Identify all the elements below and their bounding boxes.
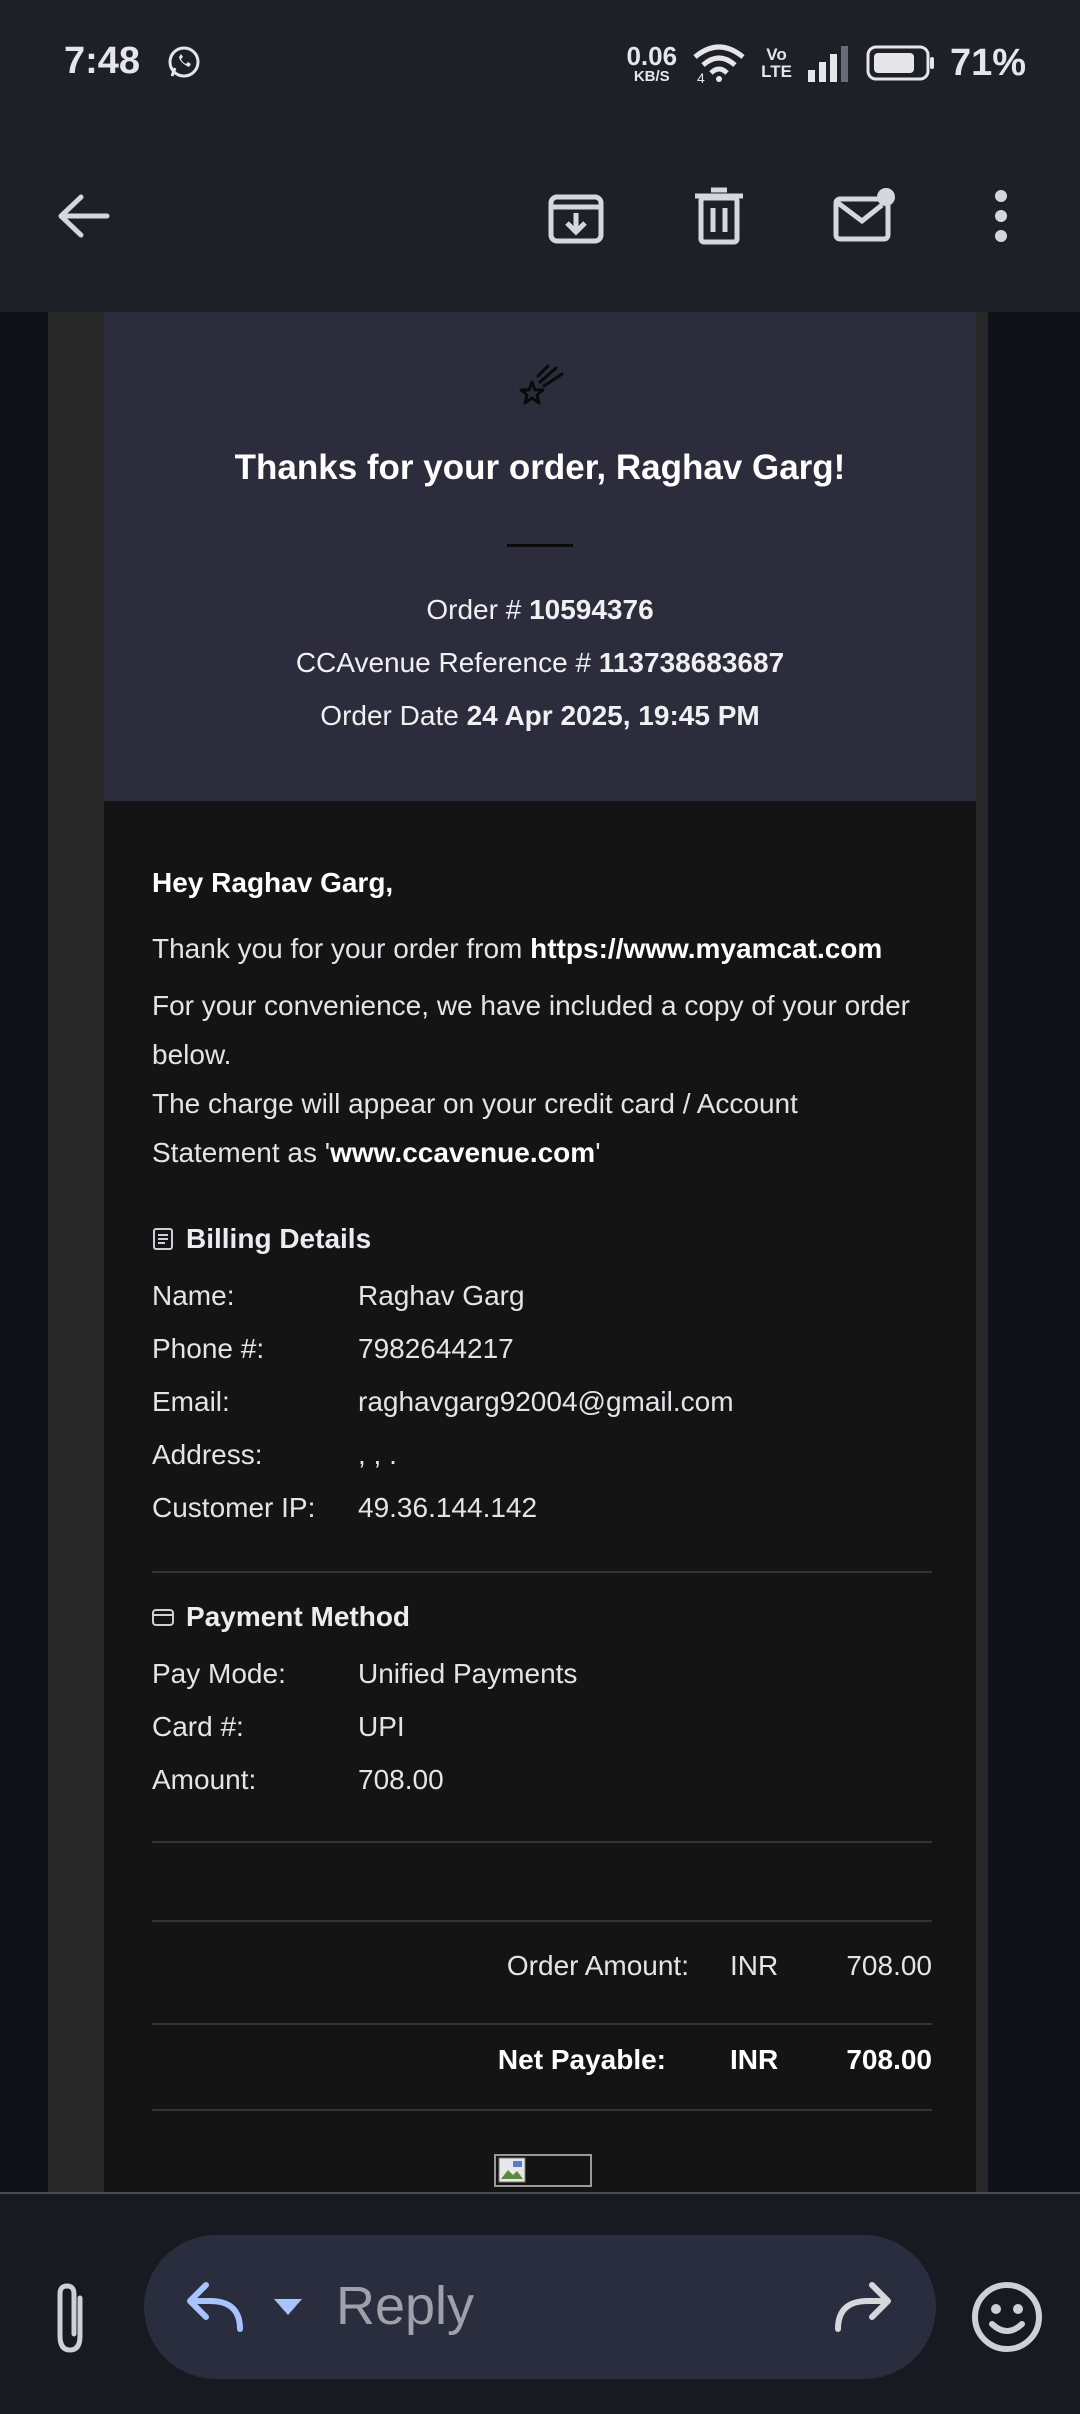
section-divider <box>152 1841 932 1843</box>
greeting: Hey Raghav Garg, <box>152 867 394 898</box>
billing-row-phone: Phone #: 7982644217 <box>152 1333 514 1364</box>
charge-line-2: Statement as 'www.ccavenue.com' <box>152 1137 601 1168</box>
totals-divider <box>152 2023 932 2025</box>
archive-icon[interactable] <box>541 181 611 251</box>
forward-icon[interactable] <box>830 2279 894 2335</box>
billing-row-address: Address:, , . <box>152 1439 397 1470</box>
order-card: Thanks for your order, Raghav Garg! Orde… <box>104 312 976 2192</box>
broken-image-placeholder <box>494 2154 592 2187</box>
reply-icon[interactable] <box>184 2279 248 2335</box>
order-date: 24 Apr 2025, 19:45 PM <box>466 700 760 731</box>
reference-number: 113738683687 <box>598 647 785 678</box>
volte-indicator: Vo LTE <box>761 45 792 81</box>
email-body[interactable]: Thanks for your order, Raghav Garg! Orde… <box>0 312 1080 2192</box>
reply-label: Reply <box>336 2276 475 2336</box>
shooting-star-icon <box>519 364 564 405</box>
reference-line: CCAvenue Reference # 113738683687 <box>295 647 785 678</box>
more-vert-icon[interactable] <box>966 181 1036 251</box>
battery-icon <box>866 45 934 81</box>
payment-row-mode: Pay Mode: Unified Payments <box>152 1658 578 1689</box>
section-divider <box>152 1571 932 1573</box>
billing-row-ip: Customer IP: 49.36.144.142 <box>152 1492 538 1523</box>
billing-row-email: Email: raghavgarg92004@gmail.com <box>152 1386 734 1417</box>
wifi-icon: 4 <box>693 44 745 83</box>
payment-row-card: Card #: UPI <box>152 1711 405 1742</box>
delete-icon[interactable] <box>684 181 754 251</box>
thanks-line: Thank you for your order from https://ww… <box>152 933 883 964</box>
mark-unread-icon[interactable] <box>829 181 899 251</box>
billing-heading: Billing Details <box>152 1223 371 1255</box>
order-number: 10594376 <box>529 594 654 625</box>
status-time: 7:48 <box>64 40 141 82</box>
order-amount-row: Order Amount: INR 708.00 <box>506 1950 932 1981</box>
emoji-icon[interactable] <box>970 2280 1044 2354</box>
network-speed: 0.06 KB/S <box>626 40 678 85</box>
title-divider <box>507 544 573 547</box>
attachment-icon[interactable] <box>40 2278 100 2358</box>
chevron-down-icon[interactable] <box>272 2297 304 2319</box>
order-number-line: Order # 10594376 <box>426 594 654 625</box>
back-arrow-icon[interactable] <box>48 181 118 251</box>
payment-heading: Payment Method <box>152 1601 410 1633</box>
status-bar: 7:48 0.06 KB/S 4 Vo LTE 71% <box>0 0 1080 125</box>
thanks-title: Thanks for your order, Raghav Garg! <box>234 448 846 487</box>
whatsapp-icon <box>168 46 200 78</box>
billing-row-name: Name: Raghav Garg <box>152 1280 525 1311</box>
svg-text:4: 4 <box>697 70 705 83</box>
totals-divider <box>152 1920 932 1922</box>
order-hero: Thanks for your order, Raghav Garg! Orde… <box>104 312 976 801</box>
reply-bar: Reply <box>0 2192 1080 2414</box>
battery-percent: 71% <box>949 41 1026 84</box>
order-date-line: Order Date 24 Apr 2025, 19:45 PM <box>320 700 760 731</box>
site-link[interactable]: https://www.myamcat.com <box>530 933 882 964</box>
totals-divider <box>152 2109 932 2111</box>
copy-line-2: below. <box>152 1039 232 1070</box>
payment-row-amount: Amount: 708.00 <box>152 1764 444 1795</box>
copy-line-1: For your convenience, we have included a… <box>152 990 910 1021</box>
signal-icon <box>807 46 848 82</box>
receipt-icon <box>153 1228 173 1250</box>
wallet-icon <box>152 1609 174 1626</box>
net-payable-row: Net Payable: INR 708.00 <box>497 2044 932 2075</box>
email-toolbar <box>0 125 1080 312</box>
reply-field[interactable]: Reply <box>144 2235 936 2379</box>
charge-line-1: The charge will appear on your credit ca… <box>152 1088 798 1119</box>
